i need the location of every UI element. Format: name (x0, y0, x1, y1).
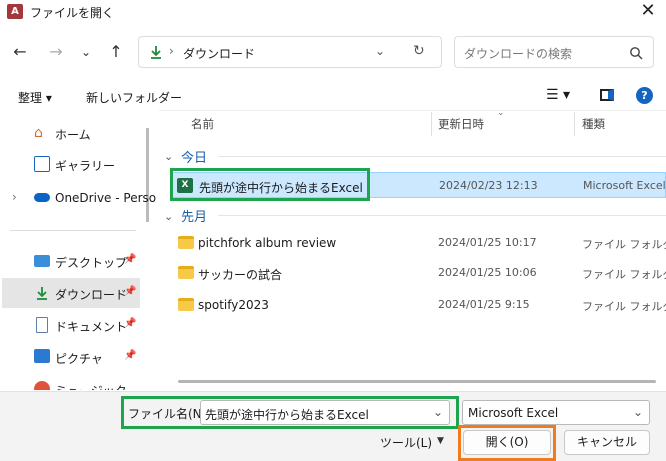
access-app-icon: A (7, 4, 23, 19)
window-title: ファイルを開く (30, 6, 115, 20)
column-header-name[interactable]: 名前 (191, 116, 214, 132)
pin-icon[interactable]: 📌 (124, 318, 136, 329)
file-type: ファイル フォルダー (582, 238, 666, 251)
column-header-date[interactable]: 更新日時 (438, 116, 484, 132)
pin-icon[interactable]: 📌 (124, 286, 136, 297)
folder-icon (178, 298, 194, 311)
download-icon (151, 46, 161, 59)
chevron-right-icon[interactable]: › (12, 190, 17, 204)
file-type: ファイル フォルダー (582, 300, 666, 313)
sidebar-item-documents[interactable]: ドキュメント 📌 (2, 310, 140, 340)
file-name: サッカーの試合 (198, 268, 283, 282)
collapse-chevron-icon[interactable]: ⌄ (164, 210, 173, 223)
gallery-icon (34, 156, 50, 172)
forward-button[interactable]: → (44, 40, 68, 64)
view-menu-icon[interactable]: ☰ ▾ (546, 87, 570, 103)
sidebar-item-desktop[interactable]: デスクトップ 📌 (2, 246, 140, 276)
sidebar-item-music[interactable]: ミュージック (2, 374, 140, 390)
file-date: 2024/02/23 12:13 (439, 179, 538, 192)
preview-pane-icon[interactable] (600, 89, 614, 101)
refresh-icon[interactable]: ↻ (413, 43, 425, 59)
command-bar: 整理 ▾ 新しいフォルダー ☰ ▾ ? (0, 82, 666, 112)
sidebar-item-pictures[interactable]: ピクチャ 📌 (2, 342, 140, 372)
file-date: 2024/01/25 9:15 (438, 298, 530, 311)
home-icon: ⌂ (34, 125, 43, 141)
sidebar-item-downloads[interactable]: ダウンロード 📌 (2, 278, 140, 308)
chevron-down-icon[interactable]: ⌄ (375, 44, 385, 58)
sidebar-item-gallery[interactable]: ギャラリー (2, 149, 140, 179)
column-divider[interactable] (574, 112, 575, 136)
onedrive-icon (34, 193, 50, 202)
organize-button[interactable]: 整理 ▾ (18, 89, 52, 106)
download-icon (37, 287, 47, 300)
pin-icon[interactable]: 📌 (124, 350, 136, 361)
horizontal-scrollbar[interactable] (178, 380, 656, 383)
file-type: Microsoft Excel (583, 179, 666, 192)
up-button[interactable]: ↑ (104, 40, 128, 64)
pin-icon[interactable]: 📌 (124, 254, 136, 265)
file-name: pitchfork album review (198, 236, 337, 250)
collapse-chevron-icon[interactable]: ⌄ (164, 150, 173, 163)
open-button[interactable]: 開く(O) (463, 430, 551, 455)
search-input[interactable]: ダウンロードの検索 (464, 45, 572, 62)
recent-locations-button[interactable]: ⌄ (74, 40, 98, 64)
group-header-today[interactable]: 今日 (181, 147, 207, 166)
sidebar-scrollbar[interactable] (146, 128, 149, 222)
desktop-icon (34, 255, 50, 267)
file-date: 2024/01/25 10:06 (438, 266, 537, 279)
file-date: 2024/01/25 10:17 (438, 236, 537, 249)
breadcrumb-folder[interactable]: ダウンロード (183, 45, 255, 62)
column-divider[interactable] (431, 112, 432, 136)
file-row[interactable]: サッカーの試合 2024/01/25 10:06 ファイル フォルダー (170, 260, 666, 286)
list-top-divider (159, 110, 666, 111)
filetype-value: Microsoft Excel (468, 406, 559, 420)
column-header-type[interactable]: 種類 (582, 116, 605, 132)
breadcrumb-chevron-icon: › (169, 44, 174, 58)
group-header-last-month[interactable]: 先月 (181, 206, 207, 225)
search-box[interactable]: ダウンロードの検索 (454, 36, 654, 68)
file-name: spotify2023 (198, 298, 269, 312)
file-type: ファイル フォルダー (582, 268, 666, 281)
sidebar-item-onedrive[interactable]: › OneDrive - Perso (2, 183, 156, 213)
close-button[interactable]: ✕ (630, 0, 666, 24)
filename-label: ファイル名(N): (128, 407, 211, 421)
folder-icon (178, 236, 194, 249)
document-icon (36, 317, 48, 333)
search-icon[interactable] (629, 46, 643, 60)
help-icon[interactable]: ? (636, 87, 653, 104)
file-row[interactable]: pitchfork album review 2024/01/25 10:17 … (170, 230, 666, 256)
cancel-button[interactable]: キャンセル (564, 430, 650, 455)
group-divider (218, 215, 666, 216)
back-button[interactable]: ← (8, 40, 32, 64)
group-divider (218, 156, 666, 157)
chevron-down-icon[interactable]: ⌄ (633, 405, 643, 419)
sort-arrow-icon: ⌄ (497, 108, 505, 118)
chevron-down-icon[interactable]: ▼ (437, 436, 444, 446)
sidebar-item-home[interactable]: ⌂ ホーム (2, 118, 140, 148)
filename-input[interactable]: 先頭が途中行から始まるExcel ⌄ (200, 400, 450, 425)
address-bar[interactable]: › ダウンロード ⌄ ↻ (138, 36, 442, 68)
tools-menu[interactable]: ツール(L) (380, 434, 432, 451)
folder-icon (178, 266, 194, 279)
file-row[interactable]: spotify2023 2024/01/25 9:15 ファイル フォルダー (170, 292, 666, 318)
filetype-dropdown[interactable]: Microsoft Excel ⌄ (462, 400, 650, 425)
chevron-down-icon[interactable]: ⌄ (433, 405, 443, 419)
picture-icon (34, 349, 50, 363)
filename-highlight-box (170, 168, 370, 201)
new-folder-button[interactable]: 新しいフォルダー (86, 89, 182, 106)
music-icon (34, 381, 50, 390)
filename-value: 先頭が途中行から始まるExcel (205, 408, 369, 422)
sidebar-divider (10, 230, 136, 231)
